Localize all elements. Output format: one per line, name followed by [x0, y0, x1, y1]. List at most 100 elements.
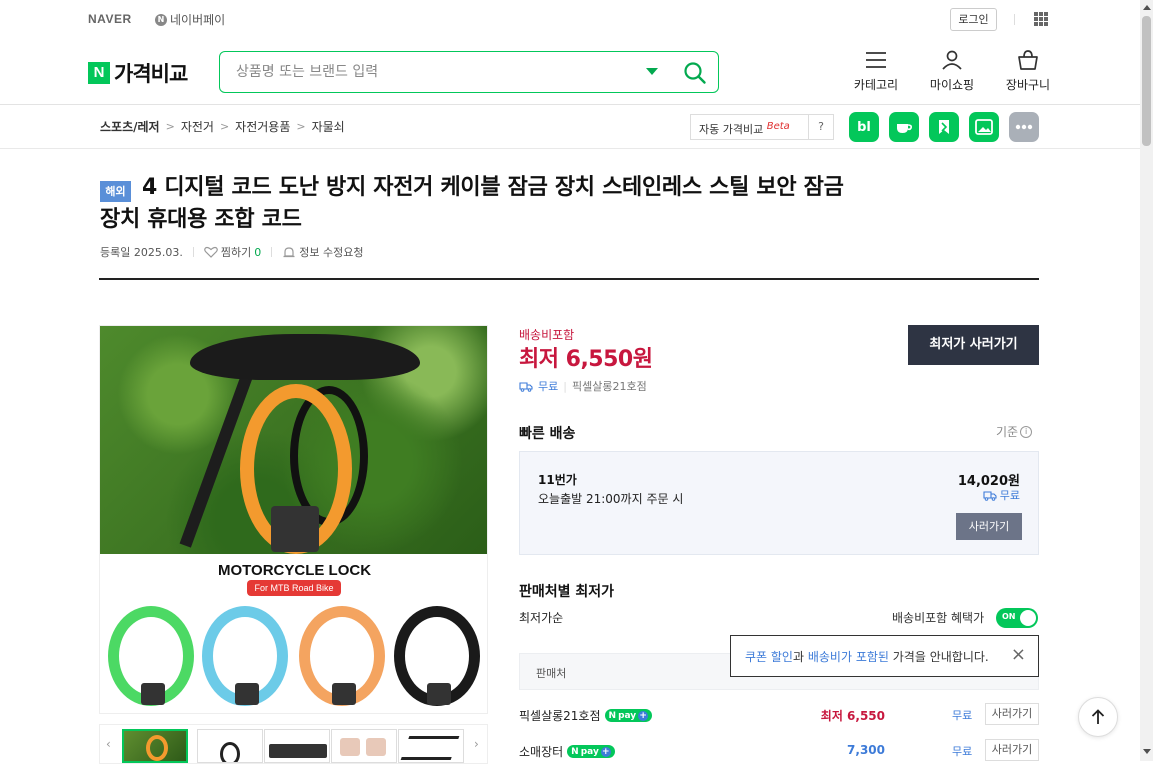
my-shopping-menu[interactable]: 마이쇼핑: [922, 50, 982, 93]
seller-name[interactable]: 픽셀살롱21호점: [519, 707, 601, 724]
thumbnail[interactable]: [122, 729, 188, 763]
breadcrumb-item[interactable]: 자전거: [181, 118, 214, 135]
more-icon[interactable]: [1009, 112, 1039, 142]
thumbnail[interactable]: [331, 729, 397, 763]
report-button[interactable]: 정보 수정요청: [282, 244, 363, 260]
auto-compare-button[interactable]: 자동 가격비교 Beta: [690, 114, 809, 140]
back-to-top-button[interactable]: [1078, 697, 1118, 737]
zzim-button[interactable]: 찜하기 0: [203, 244, 261, 260]
thumbnail[interactable]: [264, 729, 330, 763]
heart-icon: [203, 246, 218, 258]
fast-delivery-card: 11번가 오늘출발 21:00까지 주문 시 14,020원 무료 사러가기: [519, 451, 1039, 555]
green-lock-ring: [108, 606, 194, 706]
help-button[interactable]: ?: [808, 114, 834, 140]
registered-date: 등록일 2025.03.: [100, 246, 183, 259]
search-box: [219, 51, 719, 93]
fast-delivery-title: 빠른 배송: [519, 426, 576, 442]
bl-shortcut-icon[interactable]: bl: [849, 112, 879, 142]
free-shipping-label: 무료: [538, 380, 559, 393]
product-meta: 등록일 2025.03. 찜하기 0 정보 수정요청: [100, 244, 363, 260]
seller-buy-button[interactable]: 사러가기: [985, 703, 1039, 725]
toggle-state: ON: [1002, 612, 1016, 621]
basis-info[interactable]: 기준 i: [996, 423, 1033, 440]
title-divider: [99, 278, 1039, 280]
column-seller: 판매처: [536, 667, 567, 680]
auto-compare-label: 자동 가격비교: [699, 123, 764, 136]
buy-lowest-button[interactable]: 최저가 사러가기: [908, 325, 1039, 365]
bike-saddle: [190, 334, 420, 380]
thumbnail[interactable]: [197, 729, 263, 763]
thumb-next-icon[interactable]: ›: [474, 737, 479, 751]
user-icon: [942, 50, 962, 70]
seller-price: 최저 6,550: [820, 709, 885, 723]
hamburger-icon: [866, 52, 886, 68]
beta-label: Beta: [766, 121, 790, 132]
fast-seller-name[interactable]: 11번가: [538, 471, 577, 488]
seller-cell: 소매장터 N pay +: [519, 743, 615, 760]
shipping-toggle[interactable]: ON: [996, 608, 1038, 628]
fast-buy-button[interactable]: 사러가기: [956, 513, 1022, 540]
info-icon: i: [1020, 425, 1033, 438]
price-compare-logo[interactable]: N 가격비교: [88, 58, 188, 88]
thumb-prev-icon[interactable]: ‹: [106, 737, 111, 751]
search-input[interactable]: [236, 61, 636, 83]
category-menu[interactable]: 카테고리: [846, 50, 906, 93]
my-shopping-label: 마이쇼핑: [929, 78, 975, 92]
npay-badge: N pay +: [567, 745, 615, 758]
seller-name[interactable]: 소매장터: [519, 743, 563, 760]
basis-label: 기준: [996, 425, 1019, 439]
scroll-up-icon[interactable]: [1143, 5, 1151, 10]
seller-buy-button[interactable]: 사러가기: [985, 739, 1039, 761]
scrollbar[interactable]: [1140, 0, 1153, 761]
report-label: 정보 수정요청: [299, 246, 364, 259]
naver-logo[interactable]: NAVER: [88, 12, 132, 26]
scrollbar-thumb[interactable]: [1142, 16, 1151, 146]
breadcrumb-item[interactable]: 자물쇠: [312, 118, 345, 135]
sort-selector[interactable]: 최저가순: [519, 609, 563, 626]
tooltip-highlight: 쿠폰 할인: [745, 650, 793, 664]
zzim-label: 찜하기: [220, 246, 252, 259]
breadcrumb-separator: >: [296, 120, 306, 133]
table-row: 소매장터 N pay + 7,300 무료 사러가기: [519, 736, 1039, 766]
cup-shortcut-icon[interactable]: [889, 112, 919, 142]
bookmark-shortcut-icon[interactable]: [929, 112, 959, 142]
cart-menu[interactable]: 장바구니: [998, 50, 1058, 93]
breadcrumb-separator: >: [165, 120, 175, 133]
seller-shipping: 무료: [952, 709, 973, 722]
naver-pay-link[interactable]: N 네이버페이: [155, 11, 225, 28]
gallery-shortcut-icon[interactable]: [969, 112, 999, 142]
close-icon[interactable]: ×: [1011, 645, 1026, 665]
search-dropdown-icon[interactable]: [646, 68, 658, 75]
apps-grid-icon[interactable]: [1034, 12, 1048, 26]
login-button[interactable]: 로그인: [950, 8, 997, 31]
shipping-tooltip: 쿠폰 할인과 배송비가 포함된 가격을 안내합니다. ×: [730, 635, 1039, 677]
seller-shipping: 무료: [952, 745, 973, 758]
plus-icon: +: [600, 746, 611, 757]
divider: [271, 247, 273, 257]
basket-icon: [1018, 50, 1038, 70]
shipping-info: 무료 | 픽셀살롱21호점: [519, 378, 647, 394]
scroll-down-icon[interactable]: [1143, 749, 1151, 754]
breadcrumb-item[interactable]: 자전거용품: [235, 118, 290, 135]
fast-delivery-desc: 오늘출발 21:00까지 주문 시: [538, 492, 684, 506]
tooltip-highlight: 배송비가 포함된: [807, 650, 889, 664]
product-title: 4 디지털 코드 도난 방지 자전거 케이블 잠금 장치 스테인레스 스틸 보안…: [100, 175, 844, 232]
breadcrumb-item[interactable]: 스포츠/레저: [100, 118, 160, 135]
plus-icon: +: [638, 710, 649, 721]
bl-shortcut-label: bl: [857, 119, 871, 135]
product-photo: [100, 326, 487, 554]
cart-label: 장바구니: [1005, 78, 1051, 92]
image-pill: For MTB Road Bike: [247, 580, 341, 596]
tooltip-text-part: 과: [792, 650, 808, 664]
table-row: 픽셀살롱21호점 N pay + 최저 6,550 무료 사러가기: [519, 700, 1039, 730]
npay-n-icon: N: [608, 710, 617, 721]
truck-icon: [519, 381, 533, 392]
product-image[interactable]: MOTORCYCLE LOCK For MTB Road Bike: [99, 325, 488, 714]
header-divider: [0, 104, 1140, 105]
thumbnail[interactable]: [398, 729, 464, 763]
search-icon[interactable]: [683, 61, 707, 85]
npay-n-icon: N: [571, 746, 579, 757]
orange-lock-ring-small: [299, 606, 385, 706]
divider: [1014, 14, 1015, 25]
lowest-seller-name[interactable]: 픽셀살롱21호점: [572, 378, 647, 394]
